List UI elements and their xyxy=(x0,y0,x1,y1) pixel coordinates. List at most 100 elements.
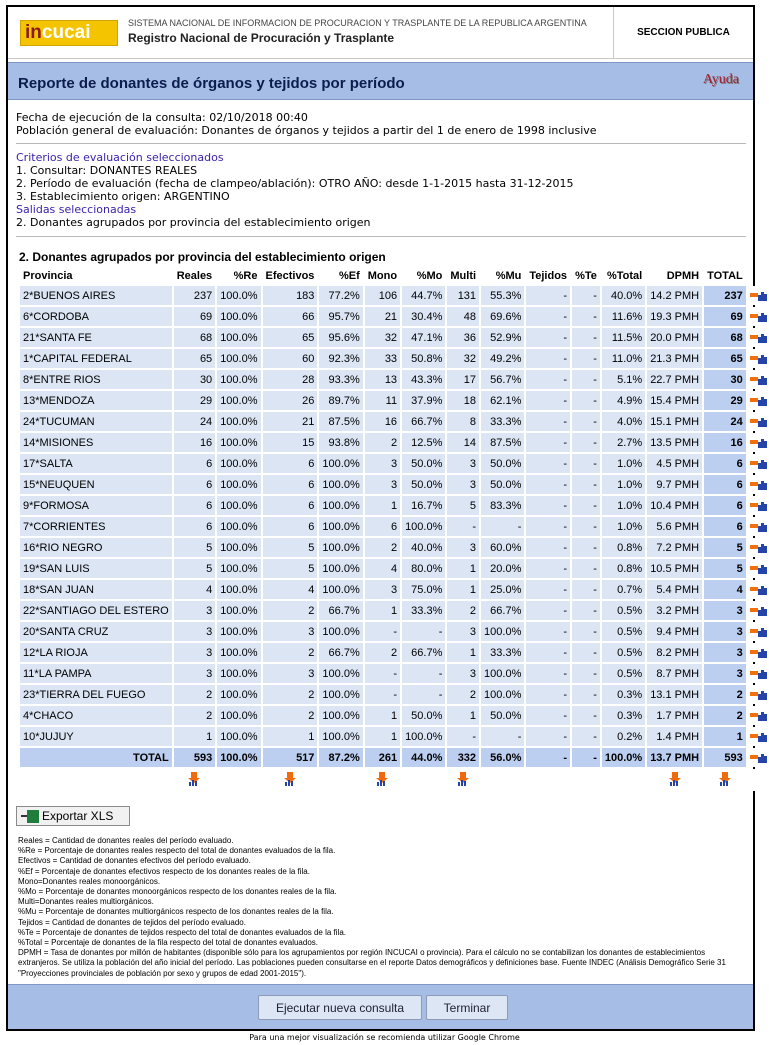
row-chart-button[interactable] xyxy=(747,601,768,620)
cell-province: 4*CHACO xyxy=(20,706,172,725)
table-row: 2*BUENOS AIRES 237 100.0% 183 77.2% 106 44.7% 1… xyxy=(20,286,768,305)
row-chart-button[interactable] xyxy=(747,307,768,326)
row-chart-button[interactable] xyxy=(747,328,768,347)
cell-province: 14*MISIONES xyxy=(20,433,172,452)
criteria-item: 2. Período de evaluación (fecha de clamp… xyxy=(16,177,574,190)
column-header-reales: Reales xyxy=(176,269,213,282)
cell-mono: - xyxy=(364,622,401,641)
cell-multi: 1 xyxy=(447,643,480,662)
cell-pct-total: 0.5% xyxy=(601,664,646,683)
table-row: 21*SANTA FE 68 100.0% 65 95.6% 32 47.1% 36 52.9%… xyxy=(20,328,768,347)
cell-pct-total: 1.0% xyxy=(601,496,646,515)
column-chart-button-reales[interactable] xyxy=(173,769,216,791)
row-chart-button[interactable] xyxy=(747,706,768,725)
cell-multi: 2 xyxy=(447,601,480,620)
row-chart-button[interactable] xyxy=(747,454,768,473)
row-chart-button[interactable] xyxy=(747,412,768,431)
cell-pct-ef: 77.2% xyxy=(319,286,363,305)
cell-mono: 3 xyxy=(364,580,401,599)
cell-total: 4 xyxy=(704,580,746,599)
bar-chart-icon xyxy=(749,689,767,701)
row-chart-button[interactable] xyxy=(747,538,768,557)
cell-pct-re: 100.0% xyxy=(217,580,261,599)
new-query-button[interactable]: Ejecutar nueva consulta xyxy=(258,995,422,1020)
column-chart-button-mono[interactable] xyxy=(364,769,401,791)
cell-pct-te: - xyxy=(572,538,600,557)
legend-line: Mono=Donantes reales monoorgánicos. xyxy=(18,876,161,886)
cell-multi: 32 xyxy=(447,349,480,368)
column-chart-button-dpmh[interactable] xyxy=(647,769,703,791)
column-chart-button-multi[interactable] xyxy=(447,769,480,791)
cell-pct-mu: 56.7% xyxy=(481,370,525,389)
row-chart-button[interactable] xyxy=(747,496,768,515)
cell-total: 5 xyxy=(704,538,746,557)
cell-pct-re: 100.0% xyxy=(217,286,261,305)
help-link[interactable]: Ayuda xyxy=(703,72,739,88)
cell-efectivos: 6 xyxy=(262,496,318,515)
bar-chart-icon xyxy=(749,647,767,659)
row-chart-button[interactable] xyxy=(747,349,768,368)
export-xls-button[interactable]: Exportar XLS xyxy=(16,806,130,826)
row-chart-button[interactable] xyxy=(747,286,768,305)
cell-multi: 2 xyxy=(447,685,480,704)
row-chart-button[interactable] xyxy=(747,370,768,389)
cell-pct-total: 0.7% xyxy=(601,580,646,599)
cell-mono: 2 xyxy=(364,433,401,452)
cell-multi: - xyxy=(447,517,480,536)
legend-line: DPMH = Tasa de donantes por millón de ha… xyxy=(18,948,726,978)
row-chart-button[interactable] xyxy=(747,685,768,704)
cell-pct-te: - xyxy=(572,475,600,494)
row-chart-button[interactable] xyxy=(747,580,768,599)
cell-pct-mo: 16.7% xyxy=(402,496,446,515)
column-header-efectivos: Efectivos xyxy=(265,269,315,282)
column-chart-button-total[interactable] xyxy=(704,769,746,791)
cell-total: 30 xyxy=(704,370,746,389)
row-chart-button[interactable] xyxy=(747,664,768,683)
cell-multi: 18 xyxy=(447,391,480,410)
total-pct-mo: 44.0% xyxy=(402,748,446,767)
cell-total: 6 xyxy=(704,496,746,515)
row-chart-button[interactable] xyxy=(747,622,768,641)
cell-total: 24 xyxy=(704,412,746,431)
cell-tejidos: - xyxy=(526,286,571,305)
row-chart-button[interactable] xyxy=(747,433,768,452)
cell-dpmh: 15.4 PMH xyxy=(647,391,703,410)
cell-province: 24*TUCUMAN xyxy=(20,412,172,431)
divider xyxy=(16,236,746,237)
legend-line: %Ef = Porcentaje de donantes efectivos r… xyxy=(18,866,310,876)
finish-button[interactable]: Terminar xyxy=(426,995,508,1020)
incucai-logo[interactable]: incucai xyxy=(20,20,118,46)
row-chart-button[interactable] xyxy=(747,475,768,494)
total-pct-ef: 87.2% xyxy=(319,748,363,767)
cell-total: 16 xyxy=(704,433,746,452)
download-chart-icon xyxy=(376,771,389,786)
table-row: 17*SALTA 6 100.0% 6 100.0% 3 50.0% 3 50.0% - -1.0%… xyxy=(20,454,768,473)
table-row: 14*MISIONES 16 100.0% 15 93.8% 2 12.5% 14 87.5% -… xyxy=(20,433,768,452)
exec-date: Fecha de ejecución de la consulta: 02/10… xyxy=(16,111,308,124)
cell-mono: - xyxy=(364,685,401,704)
row-chart-button[interactable] xyxy=(747,517,768,536)
cell-pct-total: 40.0% xyxy=(601,286,646,305)
cell-total: 237 xyxy=(704,286,746,305)
cell-multi: 3 xyxy=(447,475,480,494)
cell-reales: 16 xyxy=(173,433,216,452)
bar-chart-icon xyxy=(749,563,767,575)
cell-reales: 2 xyxy=(173,706,216,725)
column-header-pct-te: %Te xyxy=(575,269,597,282)
row-chart-button[interactable] xyxy=(747,559,768,578)
column-header-pct-mo: %Mo xyxy=(416,269,443,282)
column-chart-button-efectivos[interactable] xyxy=(262,769,318,791)
column-header-tejidos: Tejidos xyxy=(529,269,568,282)
cell-tejidos: - xyxy=(526,559,571,578)
outputs-heading: Salidas seleccionadas xyxy=(16,203,137,216)
total-chart-button[interactable] xyxy=(747,748,768,767)
legend: Reales = Cantidad de donantes reales del… xyxy=(18,836,748,979)
registry-name: Registro Nacional de Procuración y Trasp… xyxy=(128,31,395,45)
cell-total: 1 xyxy=(704,727,746,746)
cell-mono: 6 xyxy=(364,517,401,536)
cell-tejidos: - xyxy=(526,538,571,557)
row-chart-button[interactable] xyxy=(747,727,768,746)
row-chart-button[interactable] xyxy=(747,643,768,662)
cell-pct-total: 11.0% xyxy=(601,349,646,368)
row-chart-button[interactable] xyxy=(747,391,768,410)
